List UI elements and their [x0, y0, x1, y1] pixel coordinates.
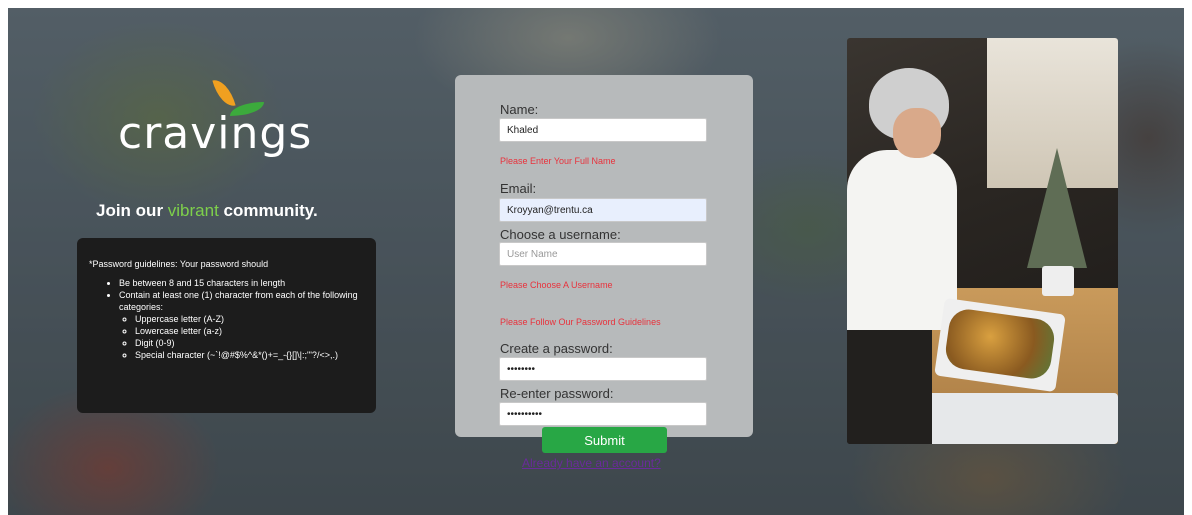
repassword-label: Re-enter password: [500, 386, 614, 401]
username-input[interactable] [499, 242, 707, 266]
guideline-rule-text: Contain at least one (1) character from … [119, 290, 358, 312]
photo-sink [917, 393, 1118, 444]
guideline-category: Lowercase letter (a-z) [135, 325, 364, 337]
logo-text: cravings [118, 108, 313, 159]
cravings-logo: cravings [118, 76, 338, 168]
photo-person-legs [847, 330, 932, 444]
name-label: Name: [500, 102, 539, 117]
guideline-categories: Uppercase letter (A-Z) Lowercase letter … [119, 313, 364, 361]
password-guidelines-box: *Password guidelines: Your password shou… [77, 238, 376, 413]
guidelines-list: Be between 8 and 15 characters in length… [89, 277, 364, 361]
submit-button[interactable]: Submit [542, 427, 667, 453]
guidelines-intro: *Password guidelines: Your password shou… [89, 259, 269, 269]
email-label: Email: [500, 181, 537, 196]
photo-person-body [847, 150, 957, 330]
repassword-input[interactable] [499, 402, 707, 426]
photo-plant [1027, 148, 1087, 268]
password-label: Create a password: [500, 341, 613, 356]
photo-plant-pot [1042, 266, 1074, 296]
login-link[interactable]: Already have an account? [522, 456, 661, 470]
guideline-category: Special character (~`!@#$%^&*()+=_-{}[]\… [135, 349, 364, 361]
signup-form: Name: Please Enter Your Full Name Email:… [455, 75, 753, 437]
username-error: Please Choose A Username [500, 280, 613, 290]
name-input[interactable] [499, 118, 707, 142]
tagline-before: Join our [96, 201, 168, 220]
tagline-after: community. [218, 201, 318, 220]
photo-person-face [893, 108, 941, 158]
password-error: Please Follow Our Password Guidelines [500, 317, 661, 327]
logo-orange-leaf-icon [212, 76, 236, 110]
guideline-rule: Contain at least one (1) character from … [119, 289, 364, 361]
tagline-highlight: vibrant [167, 201, 219, 220]
name-error: Please Enter Your Full Name [500, 156, 616, 166]
guideline-category: Uppercase letter (A-Z) [135, 313, 364, 325]
email-input[interactable] [499, 198, 707, 222]
cooking-photo [847, 38, 1118, 444]
password-input[interactable] [499, 357, 707, 381]
username-label: Choose a username: [500, 227, 621, 242]
guideline-rule: Be between 8 and 15 characters in length [119, 277, 364, 289]
guideline-category: Digit (0-9) [135, 337, 364, 349]
tagline: Join our vibrant community. [96, 201, 318, 221]
